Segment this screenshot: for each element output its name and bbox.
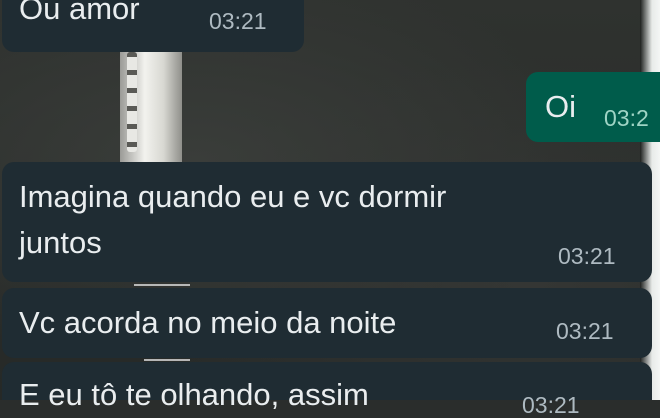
message-timestamp: 03:2: [604, 105, 649, 131]
message-text-line-2: juntos: [19, 225, 102, 260]
bubble-separator: [134, 284, 190, 286]
message-timestamp: 03:21: [209, 8, 267, 34]
message-text: Oi: [545, 89, 576, 124]
message-text-line-1: Imagina quando eu e vc dormir: [19, 179, 447, 214]
message-timestamp: 03:21: [556, 318, 614, 344]
incoming-message-bubble[interactable]: Ou amor 03:21: [2, 0, 304, 52]
incoming-message-bubble[interactable]: Imagina quando eu e vc dormir juntos 03:…: [2, 162, 652, 282]
message-text: Vc acorda no meio da noite: [19, 305, 397, 340]
outgoing-message-bubble[interactable]: Oi 03:2: [526, 72, 660, 142]
message-timestamp: 03:21: [558, 243, 616, 269]
incoming-message-bubble[interactable]: Vc acorda no meio da noite 03:21: [2, 288, 652, 358]
wallpaper-photo-detail-studs: [127, 52, 137, 152]
message-text: Ou amor: [19, 0, 140, 26]
message-text: E eu tô te olhando, assim: [19, 377, 369, 412]
bubble-separator: [144, 359, 190, 361]
message-timestamp: 03:21: [522, 392, 580, 418]
incoming-message-bubble[interactable]: E eu tô te olhando, assim 03:21: [2, 362, 652, 418]
